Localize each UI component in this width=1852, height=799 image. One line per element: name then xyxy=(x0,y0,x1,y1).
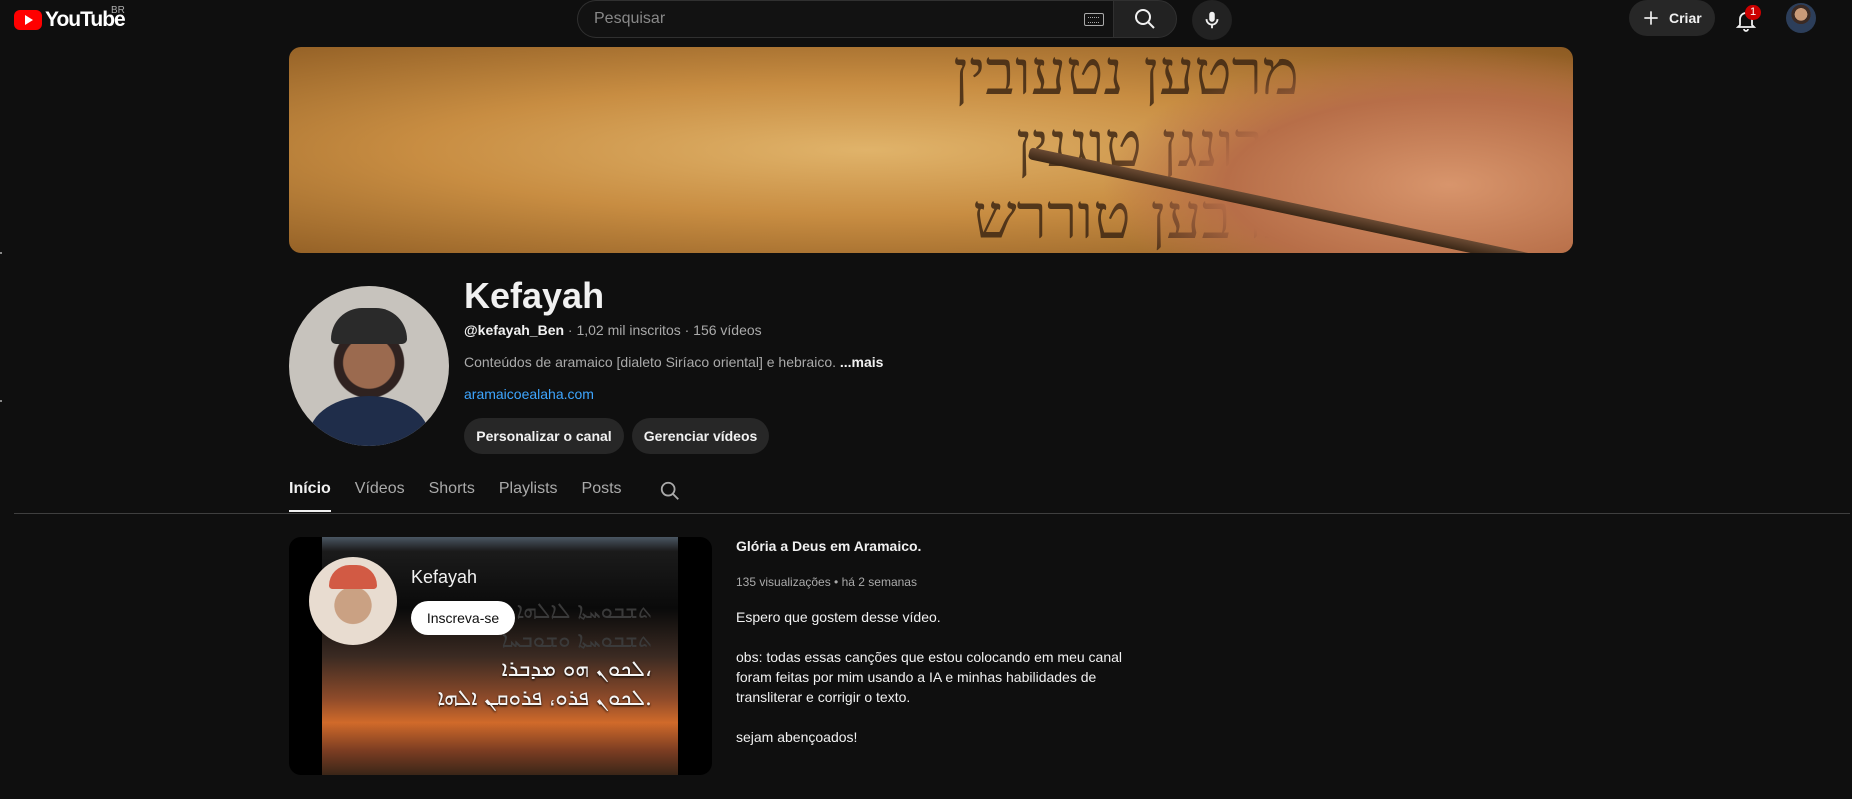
keyboard-icon[interactable] xyxy=(1084,13,1104,26)
edge-mark xyxy=(0,252,2,254)
aramaic-line: ܠܟܘܢ ܦܪܘ، ܦܪܘܩܢ ܐܠܗܐ. xyxy=(437,686,652,711)
search-button[interactable] xyxy=(1113,0,1177,38)
featured-video-title[interactable]: Glória a Deus em Aramaico. xyxy=(736,538,921,554)
channel-link[interactable]: aramaicoealaha.com xyxy=(464,386,594,402)
notification-badge: 1 xyxy=(1745,5,1761,20)
channel-avatar[interactable] xyxy=(289,286,449,446)
featured-video-meta: 135 visualizações • há 2 semanas xyxy=(736,575,917,589)
edge-mark xyxy=(0,400,2,402)
channel-banner: מרטען נטעובין עבונגן טוגנין ארבען טוררש xyxy=(289,47,1573,253)
manage-videos-button[interactable]: Gerenciar vídeos xyxy=(632,418,769,454)
tab-playlists[interactable]: Playlists xyxy=(499,468,558,514)
create-label: Criar xyxy=(1669,10,1702,26)
search-input[interactable] xyxy=(594,1,1054,37)
youtube-play-icon xyxy=(14,10,42,30)
customize-channel-button[interactable]: Personalizar o canal xyxy=(464,418,624,454)
channel-name: Kefayah xyxy=(464,275,605,316)
description-text: Conteúdos de aramaico [dialeto Siríaco o… xyxy=(464,354,840,370)
subscribe-button[interactable]: Inscreva-se xyxy=(411,601,515,635)
description-more[interactable]: ...mais xyxy=(840,354,884,370)
featured-video-description: Espero que gostem desse vídeo. obs: toda… xyxy=(736,607,1156,747)
tab-shorts[interactable]: Shorts xyxy=(429,468,475,514)
tab-posts[interactable]: Posts xyxy=(582,468,622,514)
description-line: obs: todas essas canções que estou coloc… xyxy=(736,649,1123,705)
aramaic-line: ܠܟܘܢ ܗܘ ܡܕܒܪܐ، xyxy=(501,657,652,682)
search-box xyxy=(577,0,1114,38)
avatar-shirt xyxy=(309,396,429,446)
channel-meta: @kefayah_Ben · 1,02 mil inscritos · 156 … xyxy=(464,322,762,338)
channel-description[interactable]: Conteúdos de aramaico [dialeto Siríaco o… xyxy=(464,354,883,370)
channel-tabs: Início Vídeos Shorts Playlists Posts xyxy=(289,468,682,514)
search-icon xyxy=(1135,9,1155,29)
channel-handle: @kefayah_Ben xyxy=(464,322,565,338)
microphone-icon xyxy=(1205,11,1219,29)
tab-videos[interactable]: Vídeos xyxy=(355,468,405,514)
plus-icon xyxy=(1644,11,1658,25)
search-icon xyxy=(660,481,679,500)
description-gap xyxy=(736,627,1156,647)
featured-video-player[interactable]: ܬܫܒܘܚܬܐ ܠܐܠܗܐ ܬܫܒܘܚܬܐ ܘܫܘܒܚܐ ܠܟܘܢ ܗܘ ܡܕܒ… xyxy=(289,537,712,775)
country-code: BR xyxy=(111,5,125,16)
avatar-cap xyxy=(331,308,407,344)
player-channel-avatar[interactable] xyxy=(309,557,397,645)
channel-stats: · 1,02 mil inscritos · 156 vídeos xyxy=(564,322,762,338)
top-bar: YouTube BR Criar 1 xyxy=(0,0,1852,40)
player-channel-name[interactable]: Kefayah xyxy=(411,567,477,588)
channel-search-button[interactable] xyxy=(658,479,682,503)
tabs-divider xyxy=(14,513,1850,514)
description-gap xyxy=(736,707,1156,727)
description-line: sejam abençoados! xyxy=(736,729,858,745)
tab-home[interactable]: Início xyxy=(289,468,331,514)
account-avatar[interactable] xyxy=(1786,3,1816,33)
create-button[interactable]: Criar xyxy=(1629,0,1715,36)
voice-search-button[interactable] xyxy=(1192,0,1232,40)
description-line: Espero que gostem desse vídeo. xyxy=(736,609,941,625)
youtube-logo[interactable]: YouTube xyxy=(14,8,126,32)
